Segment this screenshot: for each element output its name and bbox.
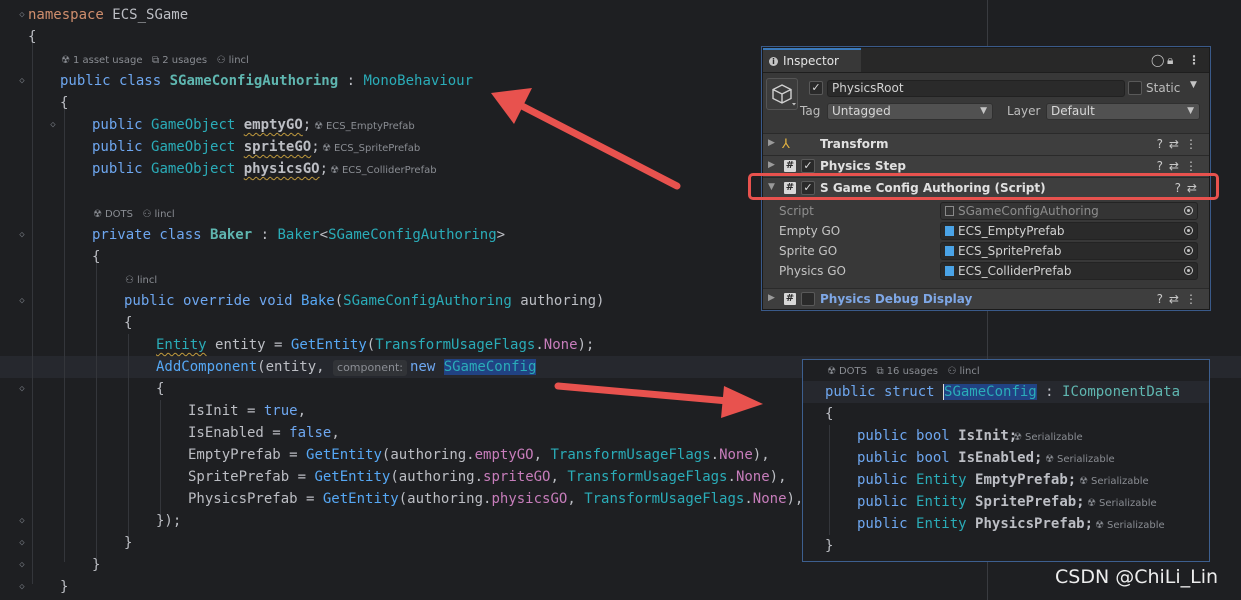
arrow-to-class-name bbox=[491, 88, 681, 190]
arrow-to-struct-popup bbox=[554, 382, 763, 418]
annotation-arrows bbox=[491, 88, 763, 418]
watermark: CSDN @ChiLi_Lin bbox=[1055, 566, 1219, 588]
